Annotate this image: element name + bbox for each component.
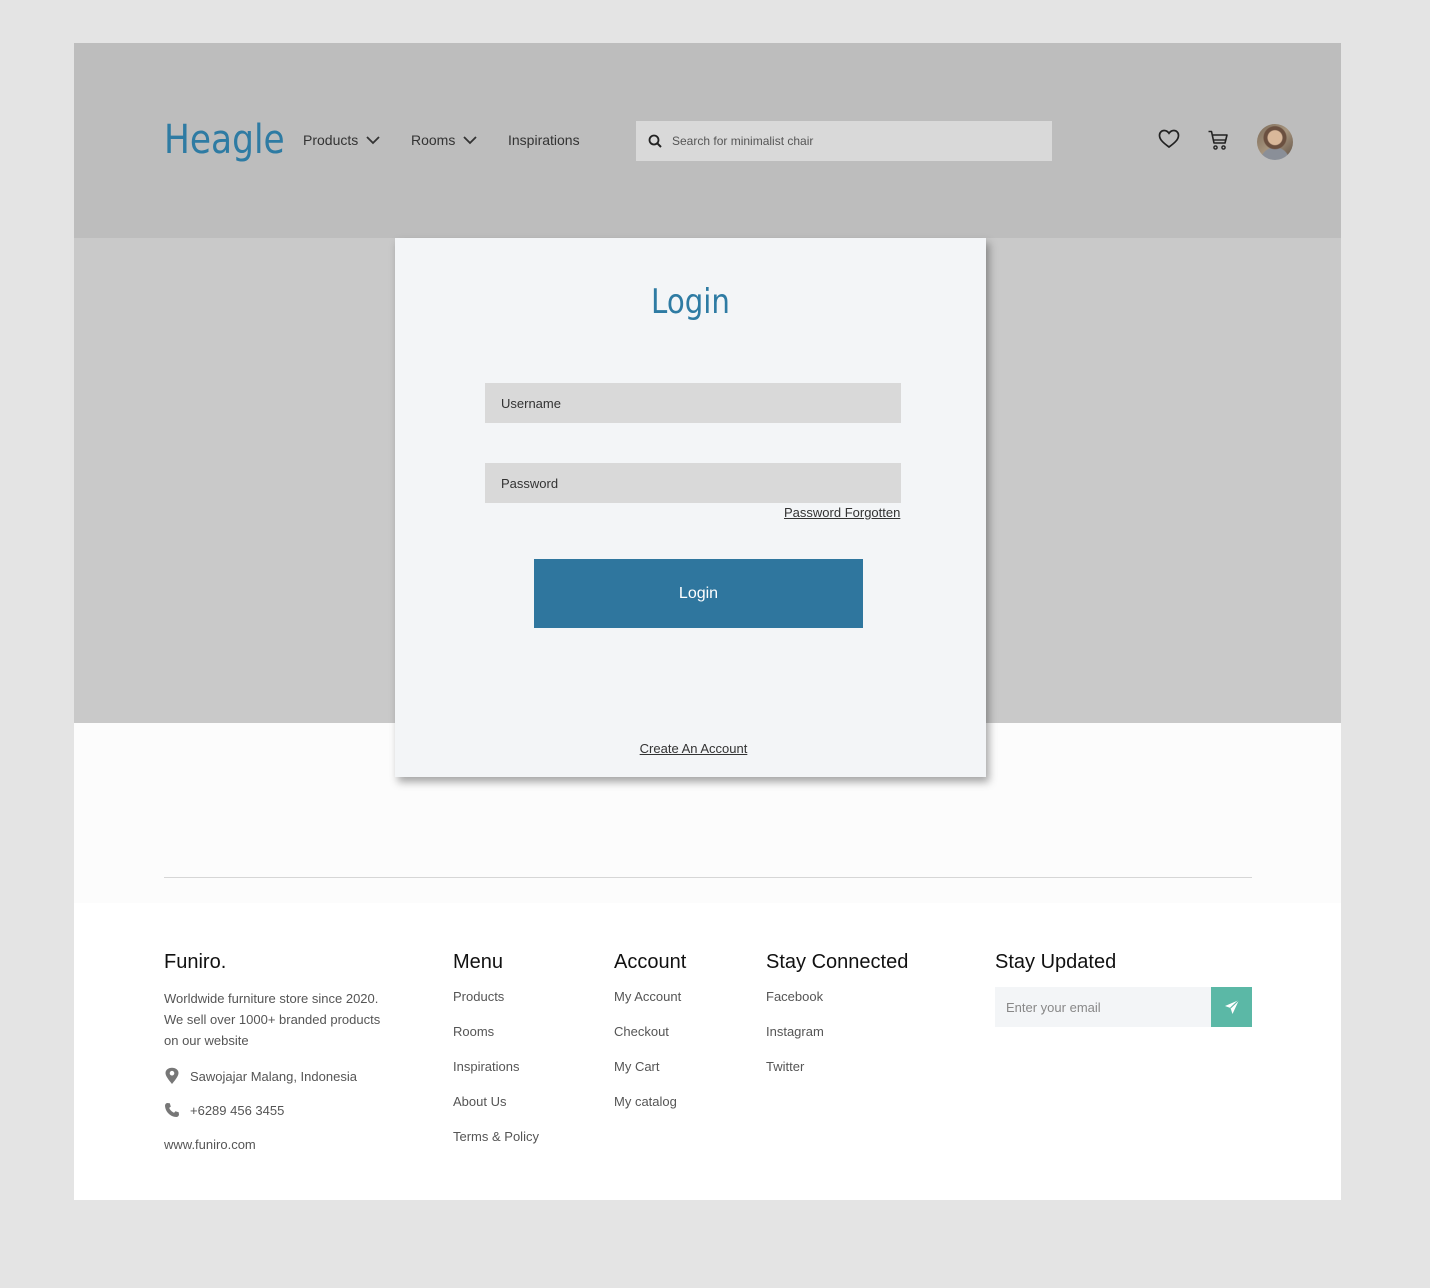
footer-social-title: Stay Connected xyxy=(766,951,909,973)
footer-menu-rooms[interactable]: Rooms xyxy=(453,1024,494,1039)
cart-icon[interactable] xyxy=(1207,129,1229,151)
search-input[interactable] xyxy=(672,134,1032,148)
location-pin-icon xyxy=(165,1067,179,1084)
phone-icon xyxy=(165,1103,179,1117)
avatar[interactable] xyxy=(1257,124,1293,160)
footer-newsletter-title: Stay Updated xyxy=(995,951,1117,973)
footer-menu-products[interactable]: Products xyxy=(453,989,504,1004)
login-title: Login xyxy=(651,282,730,322)
username-field[interactable] xyxy=(485,383,901,423)
footer-account-checkout[interactable]: Checkout xyxy=(614,1024,669,1039)
nav-products-label: Products xyxy=(303,132,359,148)
logo[interactable]: Heagle xyxy=(164,117,285,163)
nav-rooms-label: Rooms xyxy=(411,132,456,148)
footer-social-twitter[interactable]: Twitter xyxy=(766,1059,804,1074)
footer-account-cart[interactable]: My Cart xyxy=(614,1059,660,1074)
login-button[interactable]: Login xyxy=(534,559,863,628)
newsletter-form xyxy=(995,987,1252,1027)
password-forgotten-link[interactable]: Password Forgotten xyxy=(784,505,900,520)
footer-address: Sawojajar Malang, Indonesia xyxy=(164,1067,357,1085)
footer-account-my-account[interactable]: My Account xyxy=(614,989,681,1004)
footer-phone-text: +6289 456 3455 xyxy=(190,1102,285,1118)
login-card: Login Password Forgotten Login Create An… xyxy=(395,238,986,777)
divider xyxy=(164,877,1252,878)
footer-description: Worldwide furniture store since 2020. We… xyxy=(164,991,381,1048)
footer-address-text: Sawojajar Malang, Indonesia xyxy=(190,1068,357,1084)
nav-products[interactable]: Products xyxy=(303,132,380,148)
newsletter-email-input[interactable] xyxy=(995,987,1211,1027)
footer-menu-about[interactable]: About Us xyxy=(453,1094,506,1109)
search-bar[interactable] xyxy=(636,121,1052,161)
footer-social-instagram[interactable]: Instagram xyxy=(766,1024,824,1039)
heart-icon[interactable] xyxy=(1158,129,1180,149)
chevron-down-icon xyxy=(366,135,380,144)
footer-phone: +6289 456 3455 xyxy=(164,1102,284,1118)
newsletter-send-button[interactable] xyxy=(1211,987,1252,1027)
nav-inspirations[interactable]: Inspirations xyxy=(508,132,580,148)
search-icon xyxy=(648,134,662,148)
nav-rooms[interactable]: Rooms xyxy=(411,132,477,148)
footer-account-catalog[interactable]: My catalog xyxy=(614,1094,677,1109)
footer-account-title: Account xyxy=(614,951,687,973)
header: Heagle Products Rooms Inspirations xyxy=(74,43,1341,238)
send-icon xyxy=(1224,999,1239,1014)
footer-menu-terms[interactable]: Terms & Policy xyxy=(453,1129,539,1144)
footer-brand-title: Funiro. xyxy=(164,951,227,973)
footer-social-facebook[interactable]: Facebook xyxy=(766,989,823,1004)
password-field[interactable] xyxy=(485,463,901,503)
page-frame: Heagle Products Rooms Inspirations Login… xyxy=(74,43,1341,1200)
footer-website[interactable]: www.funiro.com xyxy=(164,1137,256,1152)
footer-menu-inspirations[interactable]: Inspirations xyxy=(453,1059,519,1074)
chevron-down-icon xyxy=(463,135,477,144)
nav-inspirations-label: Inspirations xyxy=(508,132,580,148)
footer-menu-title: Menu xyxy=(453,951,504,973)
create-account-link[interactable]: Create An Account xyxy=(395,741,986,756)
